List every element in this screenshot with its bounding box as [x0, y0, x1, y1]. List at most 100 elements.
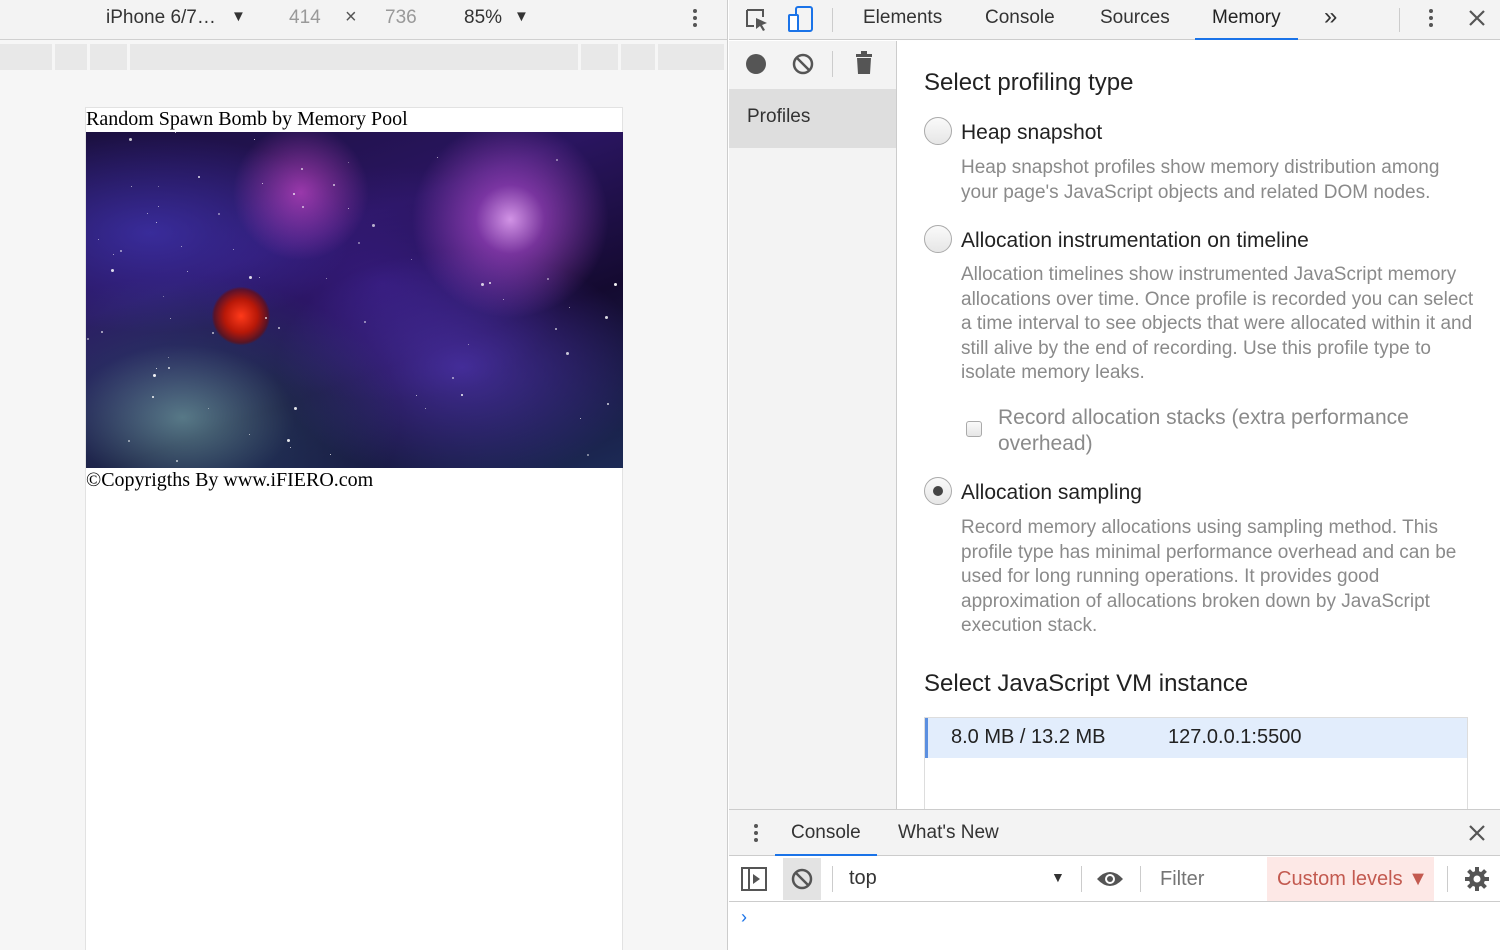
star: [249, 434, 250, 435]
console-filter-input[interactable]: [1153, 862, 1266, 896]
log-levels-dropdown[interactable]: Custom levels ▼: [1267, 857, 1434, 901]
drawer-menu-icon[interactable]: [754, 824, 758, 845]
star: [437, 157, 438, 158]
star: [416, 395, 417, 396]
star: [152, 396, 154, 398]
star: [503, 299, 504, 300]
star: [293, 193, 295, 195]
device-toolbar-toggle-icon[interactable]: [787, 5, 815, 35]
record-stacks-label[interactable]: Record allocation stacks (extra performa…: [998, 405, 1468, 457]
star: [218, 213, 220, 215]
star: [452, 377, 454, 379]
zoom-select-caret-icon[interactable]: ▼: [514, 8, 529, 25]
star: [555, 328, 557, 330]
star: [468, 344, 469, 345]
radio-allocation-sampling[interactable]: [924, 477, 952, 505]
star: [158, 206, 159, 207]
devtools-tabbar: Elements Console Sources Memory »: [729, 0, 1500, 40]
option-desc-allocation-sampling: Record memory allocations using sampling…: [961, 517, 1457, 636]
star: [87, 338, 89, 340]
device-select-caret-icon[interactable]: ▼: [231, 8, 246, 25]
star: [302, 206, 304, 208]
star: [569, 307, 570, 308]
inspect-element-icon[interactable]: [743, 6, 771, 34]
tab-elements[interactable]: Elements: [846, 0, 959, 40]
star: [212, 332, 214, 334]
star: [333, 184, 335, 186]
vm-instance-title: Select JavaScript VM instance: [924, 670, 1249, 697]
close-devtools-icon[interactable]: [1468, 9, 1486, 27]
option-label-heap-snapshot[interactable]: Heap snapshot: [961, 121, 1102, 145]
emulated-viewport: Random Spawn Bomb by Memory Pool ©Copyri…: [85, 107, 623, 950]
star: [262, 183, 263, 184]
console-sidebar-toggle-icon[interactable]: [741, 867, 767, 891]
radio-allocation-timeline[interactable]: [924, 225, 952, 253]
game-canvas[interactable]: [86, 132, 623, 468]
star: [605, 316, 608, 319]
devtools-menu-icon[interactable]: [1429, 9, 1433, 30]
star: [425, 408, 426, 409]
more-tabs-icon[interactable]: »: [1307, 0, 1354, 40]
tab-sources[interactable]: Sources: [1083, 0, 1187, 40]
tab-console[interactable]: Console: [968, 0, 1072, 40]
memory-sidebar: Profiles: [729, 41, 897, 809]
viewport-height-input[interactable]: 736: [385, 7, 417, 29]
device-select[interactable]: iPhone 6/7…: [106, 7, 216, 29]
star: [411, 259, 412, 260]
context-select-caret-icon[interactable]: ▼: [1051, 869, 1065, 885]
star: [156, 222, 157, 223]
record-stacks-checkbox[interactable]: [966, 421, 982, 437]
star: [168, 357, 169, 358]
trash-icon[interactable]: [854, 51, 874, 75]
star: [198, 176, 200, 178]
star: [111, 269, 114, 272]
star: [358, 242, 360, 244]
live-expression-eye-icon[interactable]: [1095, 868, 1125, 890]
context-select[interactable]: top: [849, 867, 877, 890]
star: [129, 138, 132, 141]
page-title: Random Spawn Bomb by Memory Pool: [86, 108, 408, 130]
star: [208, 408, 209, 409]
vm-instance-row[interactable]: 8.0 MB / 13.2 MB 127.0.0.1:5500: [925, 718, 1467, 758]
star: [131, 186, 132, 187]
console-toolbar: top ▼ Custom levels ▼: [729, 856, 1500, 902]
bomb-sprite: [212, 287, 270, 345]
star: [163, 296, 164, 297]
viewport-width-input[interactable]: 414: [289, 7, 321, 29]
record-icon[interactable]: [745, 53, 767, 75]
close-drawer-icon[interactable]: [1468, 824, 1486, 842]
radio-heap-snapshot[interactable]: [924, 117, 952, 145]
console-prompt[interactable]: ›: [741, 907, 747, 928]
star: [259, 277, 260, 278]
star: [461, 394, 463, 396]
option-desc-heap-snapshot: Heap snapshot profiles show memory distr…: [961, 157, 1440, 203]
zoom-select[interactable]: 85%: [464, 7, 502, 29]
star: [181, 246, 182, 247]
option-label-allocation-sampling[interactable]: Allocation sampling: [961, 481, 1142, 505]
vm-host: 127.0.0.1:5500: [1168, 726, 1302, 748]
star: [233, 249, 234, 250]
clear-console-icon[interactable]: [791, 868, 813, 890]
clear-profiles-icon[interactable]: [792, 53, 814, 75]
tab-memory[interactable]: Memory: [1195, 0, 1298, 40]
star: [101, 331, 103, 333]
star: [175, 132, 176, 133]
star: [249, 276, 252, 279]
star: [556, 159, 558, 161]
star: [587, 454, 589, 456]
device-more-options-icon[interactable]: [693, 9, 697, 30]
drawer-tab-whats-new[interactable]: What's New: [882, 810, 1015, 856]
media-query-bar[interactable]: [0, 44, 724, 70]
star: [330, 454, 331, 455]
device-toolbar: iPhone 6/7… ▼ 414 × 736 85% ▼: [0, 0, 727, 40]
drawer-tab-console[interactable]: Console: [775, 810, 877, 856]
star: [372, 224, 375, 227]
copyright-text: ©Copyrigths By www.iFIERO.com: [86, 469, 374, 491]
star: [120, 250, 122, 252]
star: [158, 186, 159, 187]
console-settings-gear-icon[interactable]: [1465, 867, 1489, 891]
sidebar-item-profiles[interactable]: Profiles: [729, 89, 896, 148]
star: [287, 439, 290, 442]
option-label-allocation-timeline[interactable]: Allocation instrumentation on timeline: [961, 229, 1309, 253]
star: [481, 283, 484, 286]
